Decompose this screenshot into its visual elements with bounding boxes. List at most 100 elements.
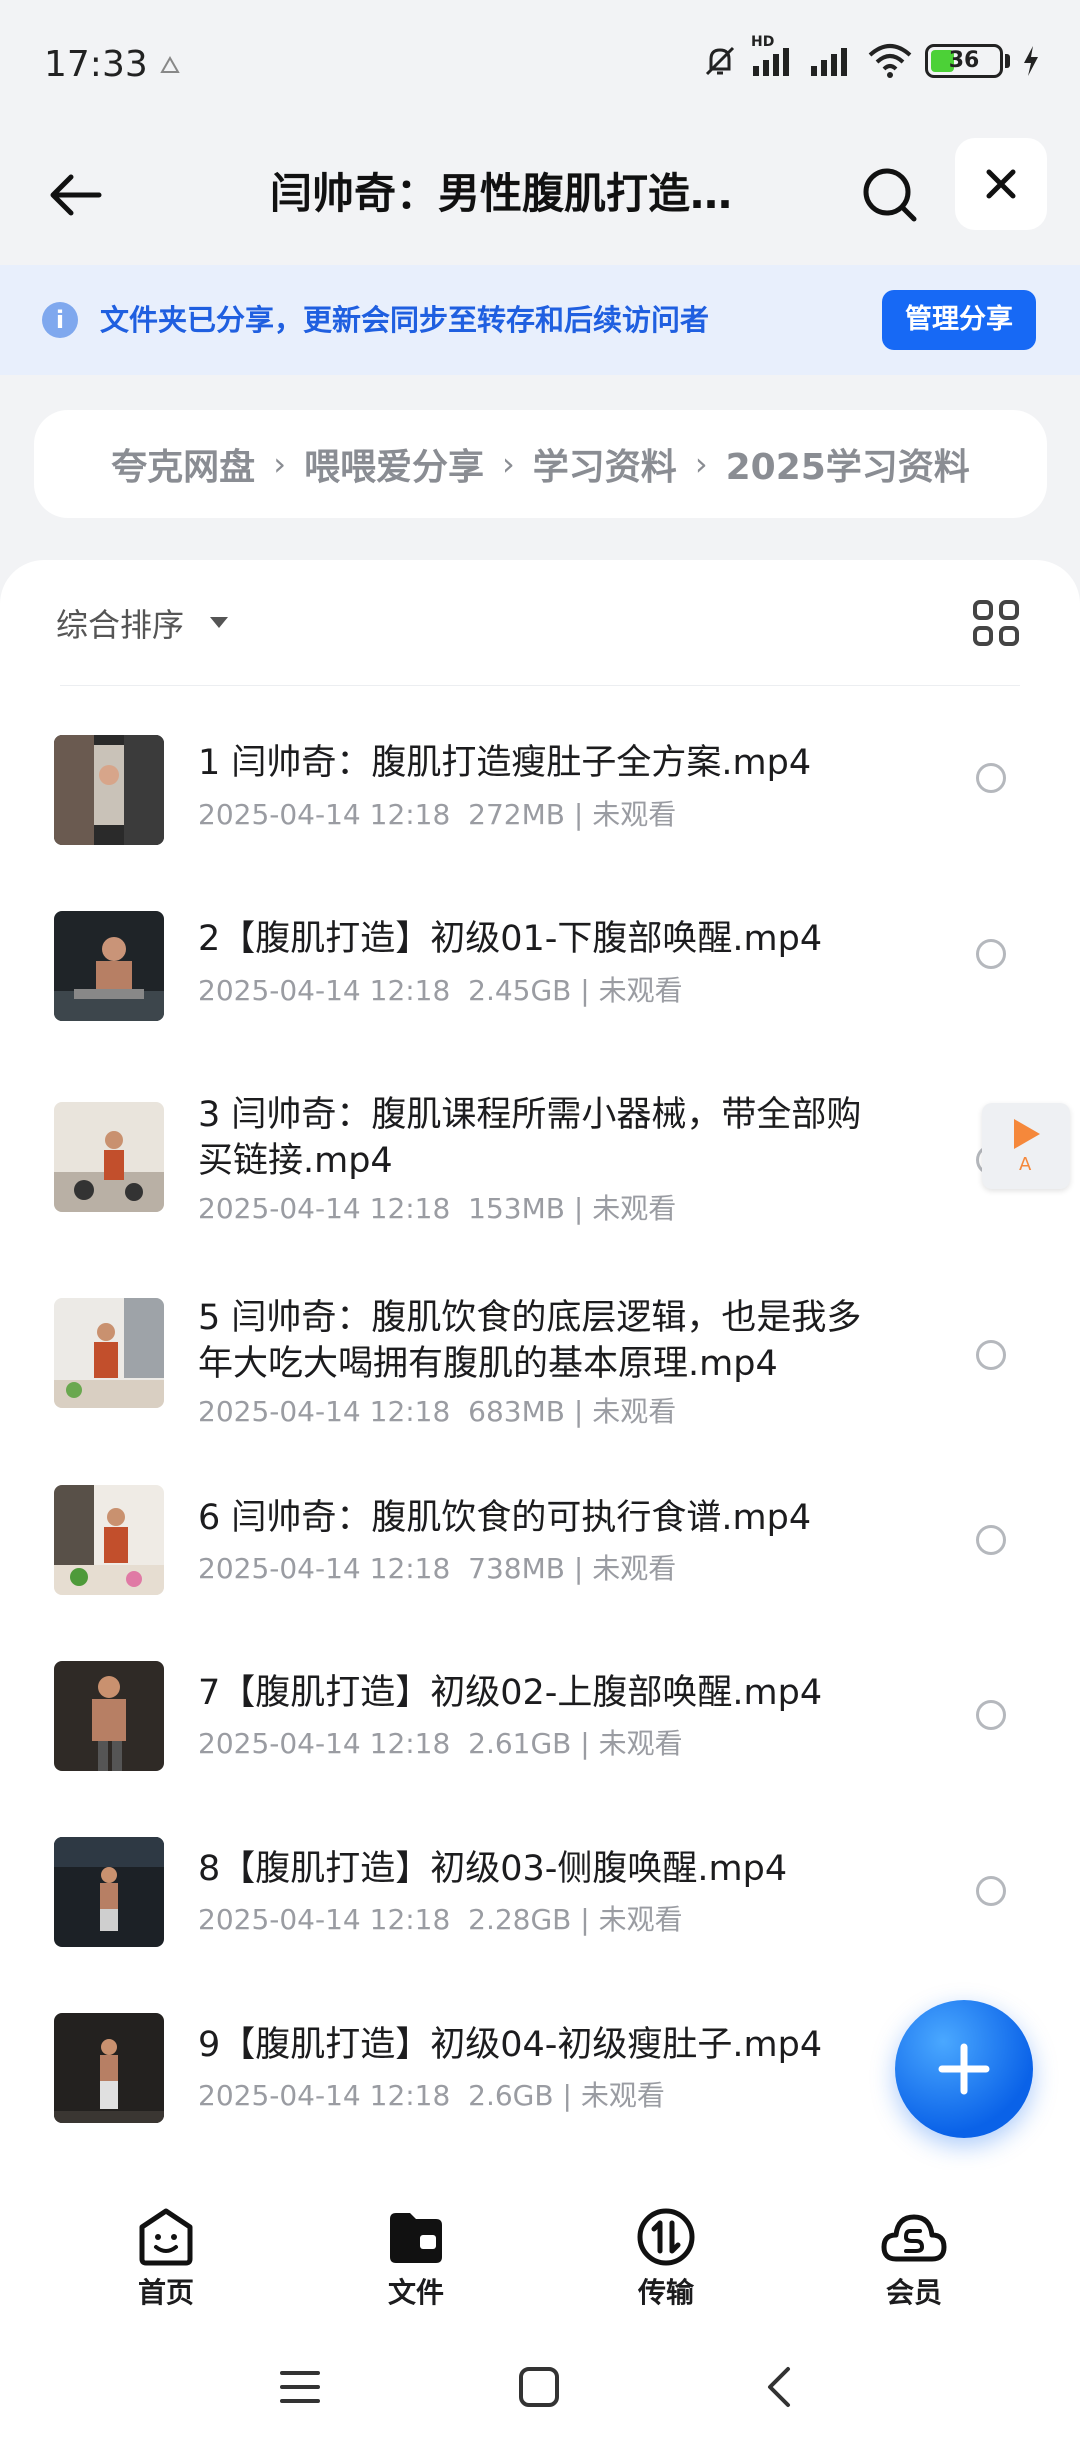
- file-meta: 2025-04-14 12:18 2.45GB | 未观看: [198, 974, 683, 1007]
- page-title: 闫帅奇：男性腹肌打造…: [270, 169, 733, 218]
- file-meta: 2025-04-14 12:18 2.28GB | 未观看: [198, 1903, 683, 1936]
- home-square-icon[interactable]: [517, 2365, 561, 2409]
- watch-status: 未观看: [580, 2079, 665, 2112]
- arrow-left-icon: [50, 174, 102, 216]
- info-icon: i: [42, 302, 78, 338]
- video-thumbnail: [54, 1102, 164, 1212]
- title-bar: 闫帅奇：男性腹肌打造…: [0, 130, 1080, 260]
- select-radio[interactable]: [976, 939, 1006, 969]
- battery-icon: 36: [925, 44, 1003, 78]
- breadcrumb-item-current[interactable]: 2025学习资料: [726, 438, 970, 490]
- watch-status: 未观看: [592, 798, 677, 831]
- file-meta: 2025-04-14 12:18 2.61GB | 未观看: [198, 1727, 683, 1760]
- smiley-home-icon: [139, 2208, 193, 2266]
- transfer-icon: [637, 2208, 695, 2266]
- menu-icon[interactable]: [278, 2365, 322, 2409]
- network-label: HD: [751, 34, 775, 50]
- watch-status: 未观看: [592, 1395, 677, 1428]
- file-date: 2025-04-14 12:18: [198, 1192, 451, 1225]
- file-panel: 综合排序 1 闫帅奇：腹肌打造瘦肚子全方案.mp4 2025-04-14 12:…: [0, 560, 1080, 2170]
- nav-item-vip[interactable]: 会员: [854, 2205, 974, 2311]
- chevron-right-icon: ›: [694, 445, 708, 483]
- grid-cell: [973, 626, 993, 646]
- select-radio[interactable]: [976, 1700, 1006, 1730]
- file-size: 738MB: [468, 1552, 565, 1585]
- file-size: 153MB: [468, 1192, 565, 1225]
- grid-view-icon[interactable]: [973, 600, 1019, 646]
- file-date: 2025-04-14 12:18: [198, 2079, 451, 2112]
- sort-dropdown[interactable]: 综合排序: [56, 600, 184, 646]
- video-thumbnail: [54, 911, 164, 1021]
- nav-item-home[interactable]: 首页: [106, 2205, 226, 2311]
- folder-icon: [390, 2213, 442, 2263]
- file-meta: 2025-04-14 12:18 2.6GB | 未观看: [198, 2079, 665, 2112]
- mute-icon: [705, 46, 735, 76]
- watch-status: 未观看: [598, 1903, 683, 1936]
- divider: [60, 685, 1020, 686]
- video-thumbnail: [54, 1485, 164, 1595]
- back-button[interactable]: [40, 160, 110, 230]
- play-icon: [1014, 1119, 1040, 1149]
- nav-label: 首页: [137, 2276, 194, 2309]
- grid-cell: [999, 600, 1019, 620]
- floating-player-tag[interactable]: A: [982, 1103, 1070, 1189]
- caret-down-icon[interactable]: [210, 617, 228, 628]
- file-name: 8【腹肌打造】初级03-侧腹唤醒.mp4: [198, 1849, 788, 1889]
- file-date: 2025-04-14 12:18: [198, 1727, 451, 1760]
- notification-icon: [160, 55, 180, 73]
- watch-status: 未观看: [592, 1552, 677, 1585]
- file-name: 1 闫帅奇：腹肌打造瘦肚子全方案.mp4: [198, 743, 812, 783]
- wifi-icon: [868, 44, 912, 78]
- watch-status: 未观看: [598, 974, 683, 1007]
- nav-item-transfer[interactable]: 传输: [606, 2205, 726, 2311]
- video-thumbnail: [54, 1298, 164, 1408]
- search-button[interactable]: [855, 160, 925, 230]
- breadcrumb-item-share[interactable]: 喂喂爱分享: [304, 438, 484, 490]
- file-name: 6 闫帅奇：腹肌饮食的可执行食谱.mp4: [198, 1498, 812, 1538]
- clock: 17:33: [44, 44, 148, 85]
- breadcrumb-item-study[interactable]: 学习资料: [533, 438, 677, 490]
- bottom-nav: 首页 文件 传输 会员: [0, 2170, 1080, 2320]
- video-thumbnail: [54, 1661, 164, 1771]
- file-name: 9【腹肌打造】初级04-初级瘦肚子.mp4: [198, 2025, 823, 2065]
- file-size: 683MB: [468, 1395, 565, 1428]
- file-name: 7【腹肌打造】初级02-上腹部唤醒.mp4: [198, 1673, 823, 1713]
- watch-status: 未观看: [598, 1727, 683, 1760]
- nav-label: 会员: [885, 2276, 942, 2309]
- plus-icon: [938, 2043, 990, 2095]
- file-name: 2【腹肌打造】初级01-下腹部唤醒.mp4: [198, 919, 823, 959]
- breadcrumb-item-root[interactable]: 夸克网盘: [111, 438, 255, 490]
- select-radio[interactable]: [976, 1525, 1006, 1555]
- system-back-icon[interactable]: [758, 2365, 802, 2409]
- file-size: 2.45GB: [468, 974, 572, 1007]
- file-date: 2025-04-14 12:18: [198, 1395, 451, 1428]
- add-button[interactable]: [895, 2000, 1033, 2138]
- nav-label: 文件: [387, 2276, 444, 2309]
- video-thumbnail: [54, 2013, 164, 2123]
- file-size: 2.28GB: [468, 1903, 572, 1936]
- file-name: 3 闫帅奇：腹肌课程所需小器械，带全部购买链接.mp4: [198, 1095, 862, 1181]
- file-meta: 2025-04-14 12:18 683MB | 未观看: [198, 1395, 677, 1428]
- manage-share-button[interactable]: 管理分享: [882, 290, 1036, 350]
- grid-cell: [973, 600, 993, 620]
- charging-icon: [1024, 46, 1038, 76]
- file-meta: 2025-04-14 12:18 153MB | 未观看: [198, 1192, 677, 1225]
- close-button[interactable]: [955, 138, 1047, 230]
- battery-cap: [1005, 54, 1010, 68]
- select-radio[interactable]: [976, 1340, 1006, 1370]
- file-name: 5 闫帅奇：腹肌饮食的底层逻辑，也是我多年大吃大喝拥有腹肌的基本原理.mp4: [198, 1298, 862, 1384]
- vip-cloud-icon: [881, 2214, 947, 2262]
- chevron-right-icon: ›: [273, 445, 286, 483]
- file-date: 2025-04-14 12:18: [198, 1903, 451, 1936]
- select-radio[interactable]: [976, 1876, 1006, 1906]
- file-size: 272MB: [468, 798, 565, 831]
- status-bar: 17:33 HD 36: [0, 0, 1080, 130]
- float-tag-letter: A: [1019, 1154, 1032, 1175]
- file-meta: 2025-04-14 12:18 738MB | 未观看: [198, 1552, 677, 1585]
- video-thumbnail: [54, 735, 164, 845]
- sort-bar: 综合排序: [0, 560, 1080, 685]
- select-radio[interactable]: [976, 763, 1006, 793]
- grid-cell: [999, 626, 1019, 646]
- nav-item-files[interactable]: 文件: [356, 2205, 476, 2311]
- share-banner-text: 文件夹已分享，更新会同步至转存和后续访问者: [100, 303, 710, 337]
